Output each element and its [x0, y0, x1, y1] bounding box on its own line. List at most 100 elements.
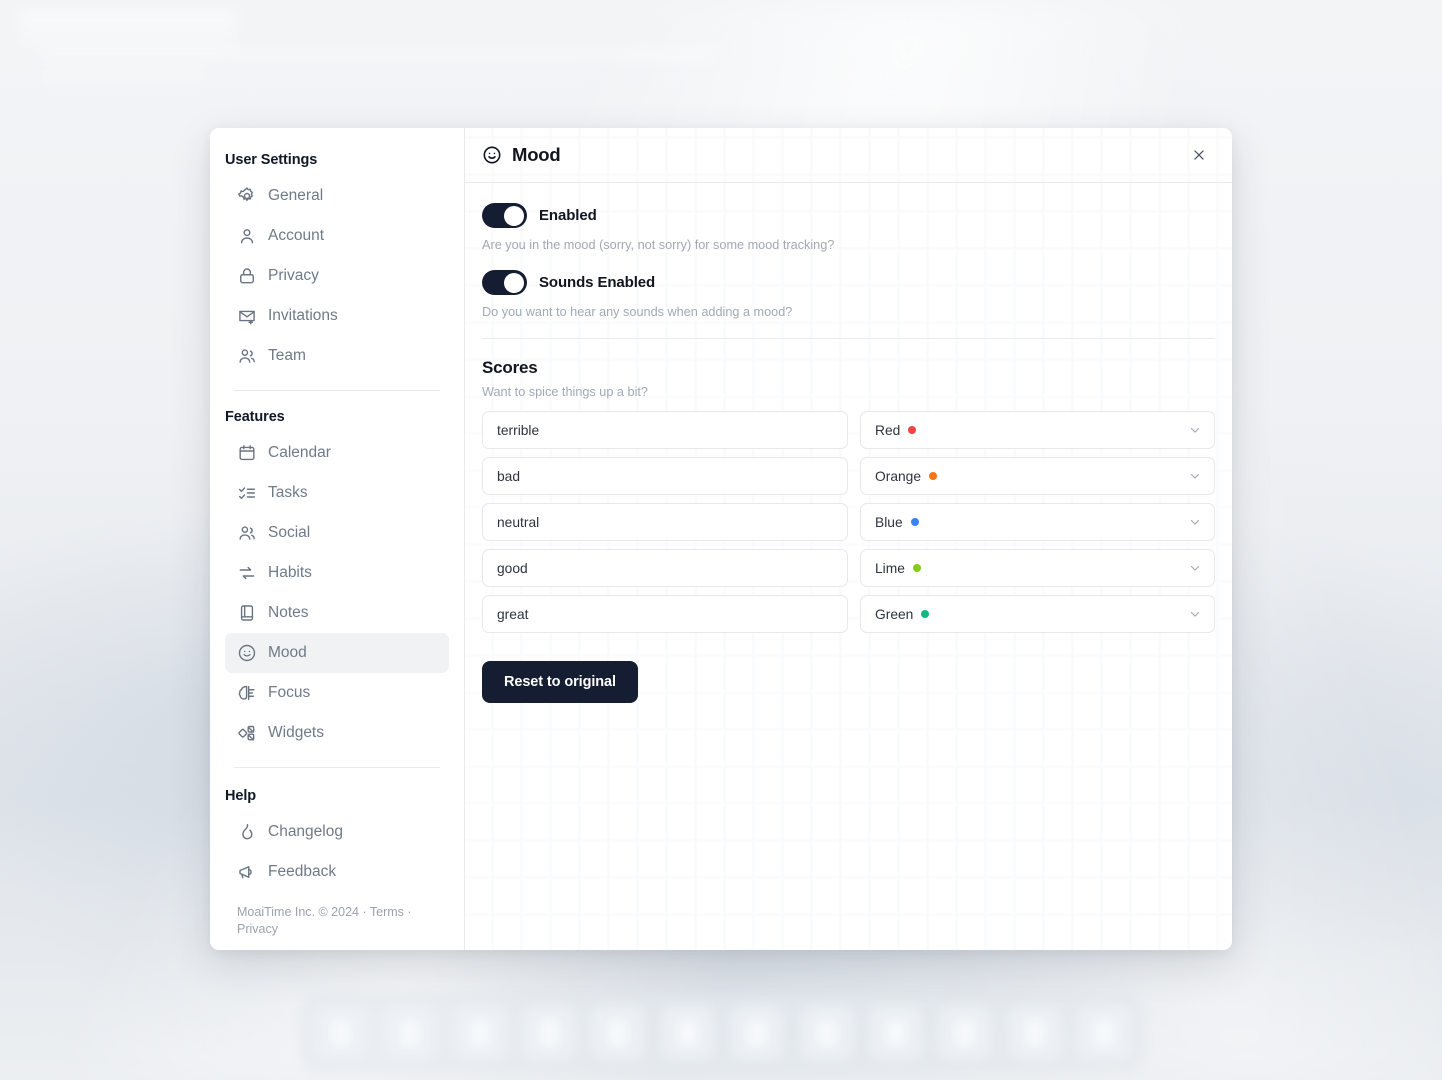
reset-to-original-button[interactable]: Reset to original [482, 661, 638, 703]
score-color-label: Orange [875, 468, 922, 484]
sidebar-item-mood[interactable]: Mood [225, 633, 449, 673]
score-name-input[interactable] [482, 549, 848, 587]
sidebar-item-team[interactable]: Team [225, 336, 449, 376]
sidebar-footer: MoaiTime Inc. © 2024 · Terms · Privacy [237, 905, 412, 936]
dock-item [522, 1006, 577, 1060]
dock-item [730, 1006, 785, 1060]
notebook-icon [236, 603, 257, 624]
score-row: Orange [482, 457, 1215, 495]
sidebar-divider [234, 390, 440, 391]
score-row: Blue [482, 503, 1215, 541]
sidebar-item-label: Tasks [268, 484, 308, 501]
dock-item-icon [677, 1020, 698, 1046]
sidebar-group-list: Changelog Feedback [225, 812, 449, 892]
score-color-label: Blue [875, 514, 903, 530]
score-name-input[interactable] [482, 411, 848, 449]
sidebar-item-changelog[interactable]: Changelog [225, 812, 449, 852]
desktop-dock [300, 994, 1145, 1072]
background-window-ghost-bar-secondary [38, 68, 208, 82]
sidebar-item-label: Feedback [268, 863, 337, 880]
score-color-swatch [912, 564, 921, 572]
sidebar-group-heading: Features [225, 409, 285, 425]
dock-item-icon [1024, 1020, 1045, 1046]
sidebar-item-label: General [268, 187, 324, 204]
score-color-swatch [910, 518, 919, 526]
score-row: Green [482, 595, 1215, 633]
dock-item [452, 1006, 507, 1060]
toggle-label: Sounds Enabled [539, 274, 656, 291]
page-title: Mood [482, 144, 561, 166]
brain-icon [236, 683, 257, 704]
toggle-sounds-enabled[interactable] [482, 270, 527, 295]
chevron-down-icon [1188, 607, 1202, 621]
repeat-icon [236, 563, 257, 584]
sidebar-item-widgets[interactable]: Widgets [225, 713, 449, 753]
score-name-input[interactable] [482, 595, 848, 633]
sidebar-item-focus[interactable]: Focus [225, 673, 449, 713]
score-name-input[interactable] [482, 503, 848, 541]
sidebar-item-notes[interactable]: Notes [225, 593, 449, 633]
toggle-knob [504, 205, 524, 226]
sidebar-item-label: Invitations [268, 307, 338, 324]
sidebar-item-privacy[interactable]: Privacy [225, 256, 449, 296]
sidebar-item-label: Focus [268, 684, 311, 701]
toggle-row: Sounds Enabled [482, 270, 1215, 295]
toggle-knob [504, 272, 524, 293]
sidebar-item-invitations[interactable]: Invitations [225, 296, 449, 336]
score-color-select[interactable]: Blue [860, 503, 1215, 541]
dock-item-icon [747, 1020, 768, 1046]
sidebar-group-list: Calendar Tasks Social Habits Notes Mood Focus W… [225, 433, 449, 753]
dock-item-icon [1093, 1020, 1114, 1046]
sidebar-item-label: Social [268, 524, 311, 541]
sidebar-item-calendar[interactable]: Calendar [225, 433, 449, 473]
chevron-down-icon [1188, 515, 1202, 529]
settings-modal: User Settings General Account Privacy Invita… [210, 128, 1232, 950]
toggle-label: Enabled [539, 207, 597, 224]
sidebar-item-label: Mood [268, 644, 307, 661]
score-row: Lime [482, 549, 1215, 587]
calendar-icon [236, 443, 257, 464]
toggle-help-text: Are you in the mood (sorry, not sorry) f… [482, 238, 835, 252]
toggle-block: Enabled Are you in the mood (sorry, not s… [482, 203, 1215, 252]
score-name-input[interactable] [482, 457, 848, 495]
dock-item-icon [608, 1020, 629, 1046]
scores-list: Red Orange Blue Lime Green [482, 411, 1215, 633]
sidebar-item-general[interactable]: General [225, 176, 449, 216]
dock-item-icon [816, 1020, 837, 1046]
score-color-select[interactable]: Green [860, 595, 1215, 633]
score-color-select[interactable]: Red [860, 411, 1215, 449]
gear-icon [236, 186, 257, 207]
dock-item-icon [400, 1020, 421, 1046]
score-row: Red [482, 411, 1215, 449]
toggle-row: Enabled [482, 203, 1215, 228]
score-color-label: Lime [875, 560, 905, 576]
dock-item [938, 1006, 993, 1060]
mail-plus-icon [236, 306, 257, 327]
sidebar-item-feedback[interactable]: Feedback [225, 852, 449, 892]
sidebar-item-account[interactable]: Account [225, 216, 449, 256]
user-icon [236, 226, 257, 247]
sidebar-item-tasks[interactable]: Tasks [225, 473, 449, 513]
dock-item [660, 1006, 715, 1060]
score-color-swatch [908, 426, 917, 434]
sidebar-item-social[interactable]: Social [225, 513, 449, 553]
score-color-label: Red [875, 422, 901, 438]
panel-header: Mood [465, 128, 1232, 183]
toggle-enabled[interactable] [482, 203, 527, 228]
dock-item-icon [885, 1020, 906, 1046]
score-color-swatch [921, 610, 930, 618]
toggle-block: Sounds Enabled Do you want to hear any so… [482, 270, 1215, 319]
score-color-select[interactable]: Orange [860, 457, 1215, 495]
scores-section-title: Scores [482, 358, 538, 377]
close-icon[interactable] [1186, 142, 1212, 168]
users-icon [236, 346, 257, 367]
section-divider [482, 338, 1215, 339]
panel-title-text: Mood [512, 144, 561, 165]
users-icon [236, 523, 257, 544]
dock-item-icon [955, 1020, 976, 1046]
score-color-select[interactable]: Lime [860, 549, 1215, 587]
chevron-down-icon [1188, 561, 1202, 575]
chevron-down-icon [1188, 423, 1202, 437]
sidebar-item-habits[interactable]: Habits [225, 553, 449, 593]
settings-sidebar: User Settings General Account Privacy Invita… [210, 128, 465, 950]
